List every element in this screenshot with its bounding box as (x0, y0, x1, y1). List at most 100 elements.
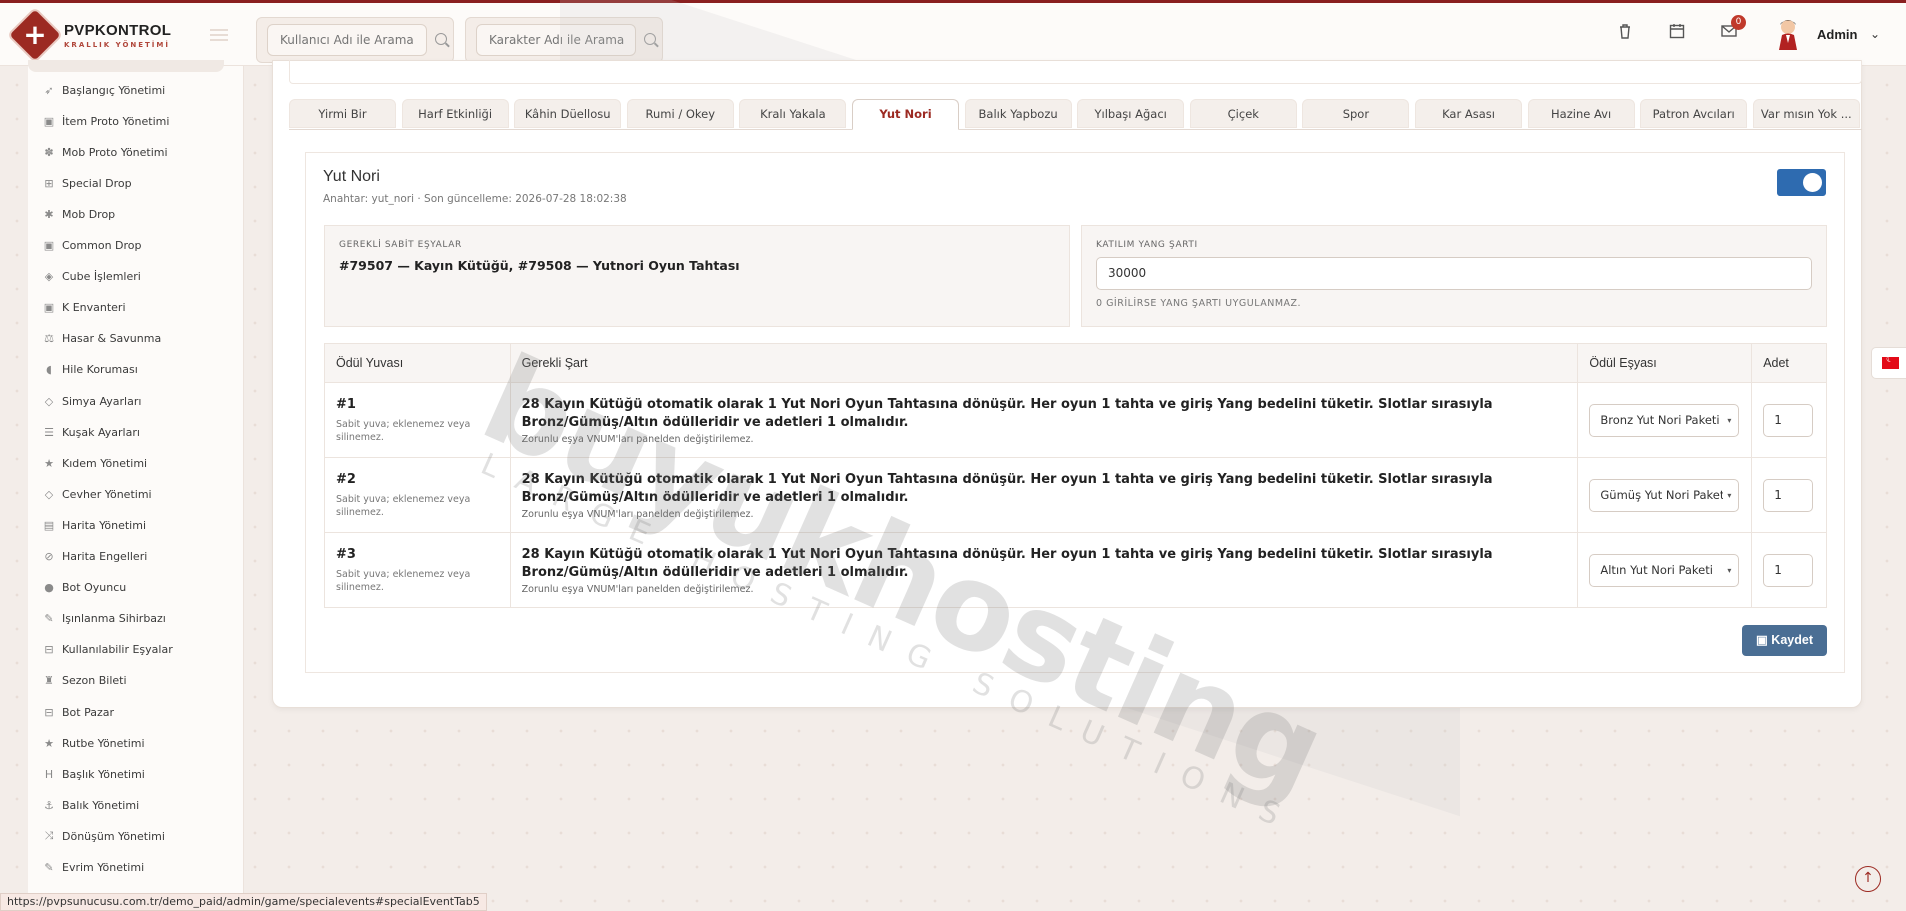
sidebar-item[interactable]: ✎ Işınlanma Sihirbazı (42, 609, 165, 629)
avatar[interactable] (1773, 17, 1803, 51)
quantity-input[interactable]: 1 (1763, 403, 1814, 437)
sidebar-item-label: Kullanılabilir Eşyalar (62, 643, 173, 657)
trash-icon[interactable] (1615, 23, 1635, 43)
scroll-to-top-button[interactable]: ↑ (1855, 866, 1881, 892)
sidebar-item[interactable]: ▤ Harita Yönetimi (42, 515, 146, 535)
required-items-label: GEREKLİ SABİT EŞYALAR (339, 240, 462, 250)
slot-number: #3 (336, 546, 356, 562)
wand-icon: ✎ (44, 612, 54, 626)
event-enabled-toggle[interactable] (1777, 169, 1826, 196)
tab-item[interactable]: Yılbaşı Ağacı (1077, 99, 1185, 128)
yang-requirement-hint: 0 GİRİLİRSE YANG ŞARTI UYGULANMAZ. (1096, 298, 1302, 309)
save-button[interactable]: ▣ Kaydet (1742, 625, 1827, 656)
paw-icon: ✽ (44, 145, 54, 159)
heading-icon: H (44, 767, 54, 781)
gift-icon: ⊞ (44, 176, 54, 190)
sidebar-item[interactable]: H Başlık Yönetimi (42, 764, 145, 784)
condition-note: Zorunlu eşya VNUM'ları panelden değiştir… (521, 508, 754, 520)
column-header-condition: Gerekli Şart (509, 343, 1579, 383)
sidebar-item-label: Sezon Bileti (62, 674, 127, 688)
box-icon: ▣ (43, 301, 55, 315)
shuffle-icon: ⤨ (44, 829, 54, 843)
sidebar-item[interactable]: ✽ Mob Proto Yönetimi (42, 142, 167, 162)
chevron-down-icon: ▾ (1723, 404, 1732, 436)
yang-requirement-input[interactable]: 30000 (1096, 257, 1812, 290)
sidebar-item-label: Kıdem Yönetimi (62, 456, 148, 470)
sidebar-item[interactable]: ★ Rutbe Yönetimi (42, 733, 145, 753)
condition-text: 28 Kayın Kütüğü otomatik olarak 1 Yut No… (521, 546, 1493, 580)
user-search-input[interactable] (267, 24, 427, 56)
tab-item[interactable]: Hazine Avı (1527, 99, 1635, 128)
sidebar-item[interactable]: ★ Kıdem Yönetimi (42, 453, 147, 473)
column-header-item: Ödül Eşyası (1577, 343, 1753, 383)
sidebar-item[interactable]: ⊟ Kullanılabilir Eşyalar (42, 640, 173, 660)
tab-item[interactable]: Kâhin Düellosu (514, 99, 622, 128)
sidebar-item[interactable]: ◇ Cevher Yönetimi (42, 484, 152, 504)
qty-cell: 1 (1751, 532, 1827, 608)
sidebar-item-label: Cube İşlemleri (62, 270, 141, 284)
sidebar-item[interactable]: ⚖ Hasar & Savunma (42, 329, 161, 349)
tab-item[interactable]: Kar Asası (1415, 99, 1522, 128)
save-icon: ▣ (1756, 633, 1772, 647)
tab-item[interactable]: Var mısın Yok ... (1752, 99, 1860, 128)
sidebar-item[interactable]: ▣ İtem Proto Yönetimi (42, 111, 170, 131)
tab-item[interactable]: Balık Yapbozu (964, 99, 1072, 128)
sidebar-item[interactable]: ✱ Mob Drop (42, 204, 115, 224)
tab-item[interactable]: Çiçek (1189, 99, 1297, 128)
reward-item-select[interactable]: Bronz Yut Nori Paketi ▾ (1589, 403, 1740, 437)
user-icon: ● (44, 581, 54, 595)
brand-subtitle: KRALLIK YÖNETİMİ (64, 40, 170, 49)
turkey-flag-icon (1882, 355, 1899, 369)
sidebar-item[interactable]: ◖ Hile Koruması (42, 360, 138, 380)
tab-item[interactable]: Rumi / Okey (626, 99, 734, 128)
map-icon: ▤ (43, 518, 55, 532)
sidebar-item[interactable]: ✎ Evrim Yönetimi (42, 858, 144, 878)
box-icon: ▣ (43, 114, 55, 128)
chevron-down-icon[interactable]: ⌄ (1870, 27, 1880, 41)
sidebar-item[interactable]: ◈ Cube İşlemleri (42, 267, 141, 287)
tab-item[interactable]: Yut Nori (852, 99, 959, 130)
reward-item-select[interactable]: Altın Yut Nori Paketi ▾ (1589, 553, 1740, 587)
reward-item-select[interactable]: Gümüş Yut Nori Paketi ▾ (1589, 478, 1740, 512)
sidebar-item[interactable]: ● Bot Oyuncu (42, 578, 126, 598)
table-row: #1 Sabit yuva; eklenemez veya silinemez. 2… (324, 382, 1827, 458)
search-icon[interactable] (435, 33, 447, 45)
sidebar-item[interactable]: ♜ Sezon Bileti (42, 671, 127, 691)
chart-mail-icon[interactable]: 0 (1719, 15, 1746, 43)
sidebar-item[interactable]: ⊘ Harita Engelleri (42, 547, 147, 567)
sidebar-scroll-cap (28, 60, 224, 72)
quantity-input[interactable]: 1 (1763, 553, 1814, 587)
sidebar-item[interactable]: ⊟ Bot Pazar (42, 702, 114, 722)
tab-item[interactable]: Kralı Yakala (739, 99, 847, 128)
menu-toggle-icon[interactable] (210, 29, 228, 41)
sidebar-item-label: Hasar & Savunma (62, 332, 162, 346)
language-flag[interactable] (1871, 347, 1906, 379)
sidebar-item[interactable]: ☰ Kuşak Ayarları (42, 422, 140, 442)
chevron-down-icon: ▾ (1723, 554, 1732, 586)
sidebar-item[interactable]: ➶ Başlangıç Yönetimi (42, 80, 165, 100)
sidebar-item[interactable]: ⚓ Balık Yönetimi (42, 795, 139, 815)
sidebar-item-label: İtem Proto Yönetimi (62, 114, 170, 128)
condition-note: Zorunlu eşya VNUM'ları panelden değiştir… (521, 583, 754, 595)
brand-title: PVPKONTROL (64, 21, 172, 39)
tab-item[interactable]: Yirmi Bir (289, 99, 396, 128)
tab-item[interactable]: Patron Avcıları (1640, 99, 1748, 128)
calendar-icon[interactable] (1667, 23, 1687, 43)
quantity-input[interactable]: 1 (1763, 478, 1814, 512)
wand-icon: ✎ (44, 861, 54, 874)
tab-item[interactable]: Spor (1302, 99, 1410, 128)
slot-note: Sabit yuva; eklenemez veya silinemez. (336, 418, 471, 443)
status-bar-url: https://pvpsunucusu.com.tr/demo_paid/adm… (0, 893, 487, 911)
anchor-icon: ⚓ (44, 798, 54, 812)
sidebar-item[interactable]: ▣ K Envanteri (42, 298, 126, 318)
sidebar-item[interactable]: ⊞ Special Drop (42, 173, 131, 193)
tab-item[interactable]: Harf Etkinliği (401, 99, 509, 128)
admin-name[interactable]: Admin (1817, 27, 1857, 42)
cart-icon: ⊟ (44, 643, 54, 657)
sidebar-item[interactable]: ◇ Simya Ayarları (42, 391, 142, 411)
slot-number: #2 (336, 471, 356, 487)
sidebar-item[interactable]: ⤨ Dönüşüm Yönetimi (42, 826, 165, 846)
table-row: #3 Sabit yuva; eklenemez veya silinemez. 2… (324, 532, 1827, 608)
sidebar-item[interactable]: ▣ Common Drop (42, 236, 142, 256)
condition-cell: 28 Kayın Kütüğü otomatik olarak 1 Yut No… (509, 382, 1579, 458)
